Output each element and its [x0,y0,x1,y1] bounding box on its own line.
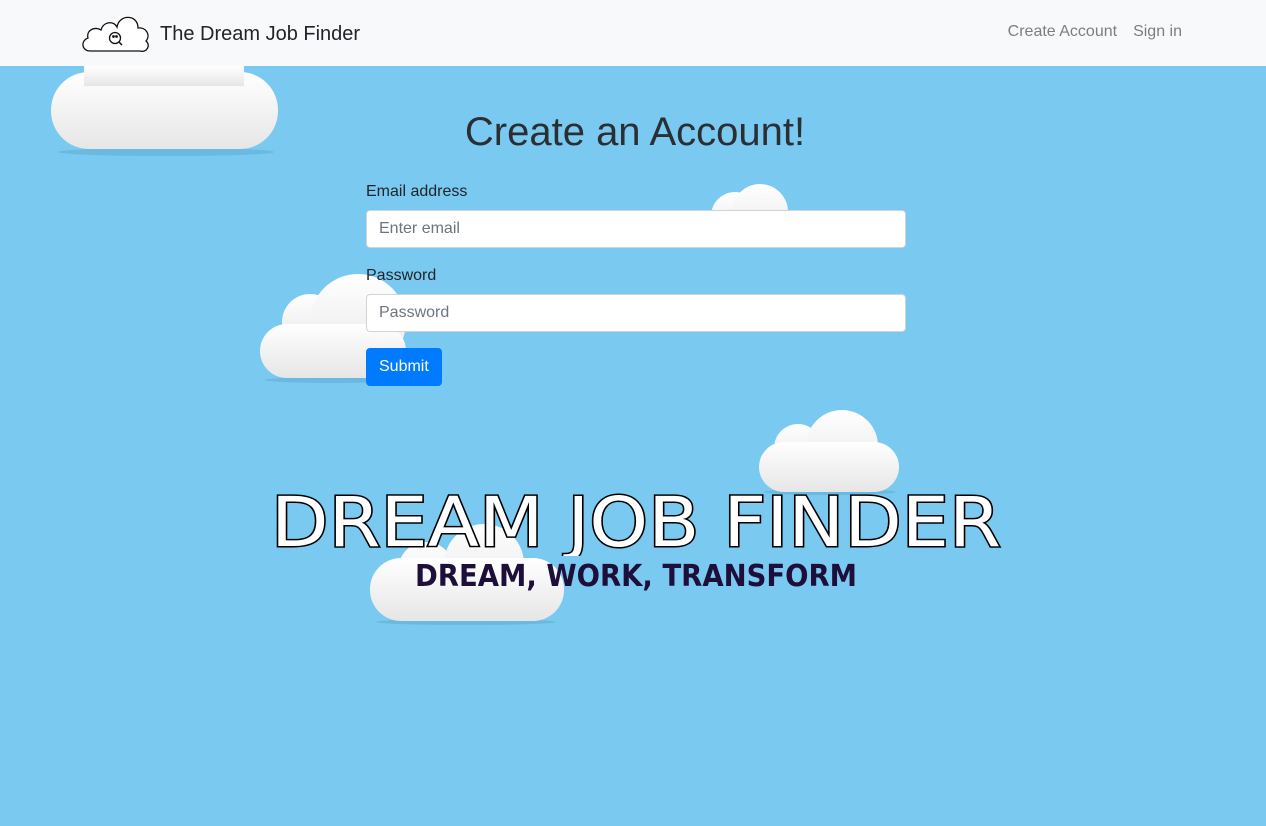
nav-links: Create Account Sign in [1008,21,1182,43]
dream-job-finder-logo: DREAM JOB FINDER [270,486,1002,556]
dream-job-finder-tagline: DREAM, WORK, TRANSFORM [415,559,857,594]
nav-create-account-link[interactable]: Create Account [1008,21,1117,43]
cloud-decoration [759,410,899,495]
logo-headline: DREAM JOB FINDER [271,486,1001,556]
email-label: Email address [366,183,468,200]
create-account-form: Email address Password Submit [366,180,906,386]
password-input[interactable] [366,294,906,332]
email-input[interactable] [366,210,906,248]
email-group: Email address [366,180,906,248]
password-group: Password [366,264,906,332]
submit-button[interactable]: Submit [366,348,442,386]
logo-tagline: DREAM, WORK, TRANSFORM [415,559,857,594]
brand-text: The Dream Job Finder [160,23,361,45]
page-title: Create an Account! [464,110,806,154]
cloud-logo-icon [82,16,149,52]
brand-link[interactable]: The Dream Job Finder [80,11,360,57]
navbar: The Dream Job Finder Create Account Sign… [0,0,1266,66]
nav-sign-in-link[interactable]: Sign in [1133,21,1182,43]
password-label: Password [366,267,437,284]
